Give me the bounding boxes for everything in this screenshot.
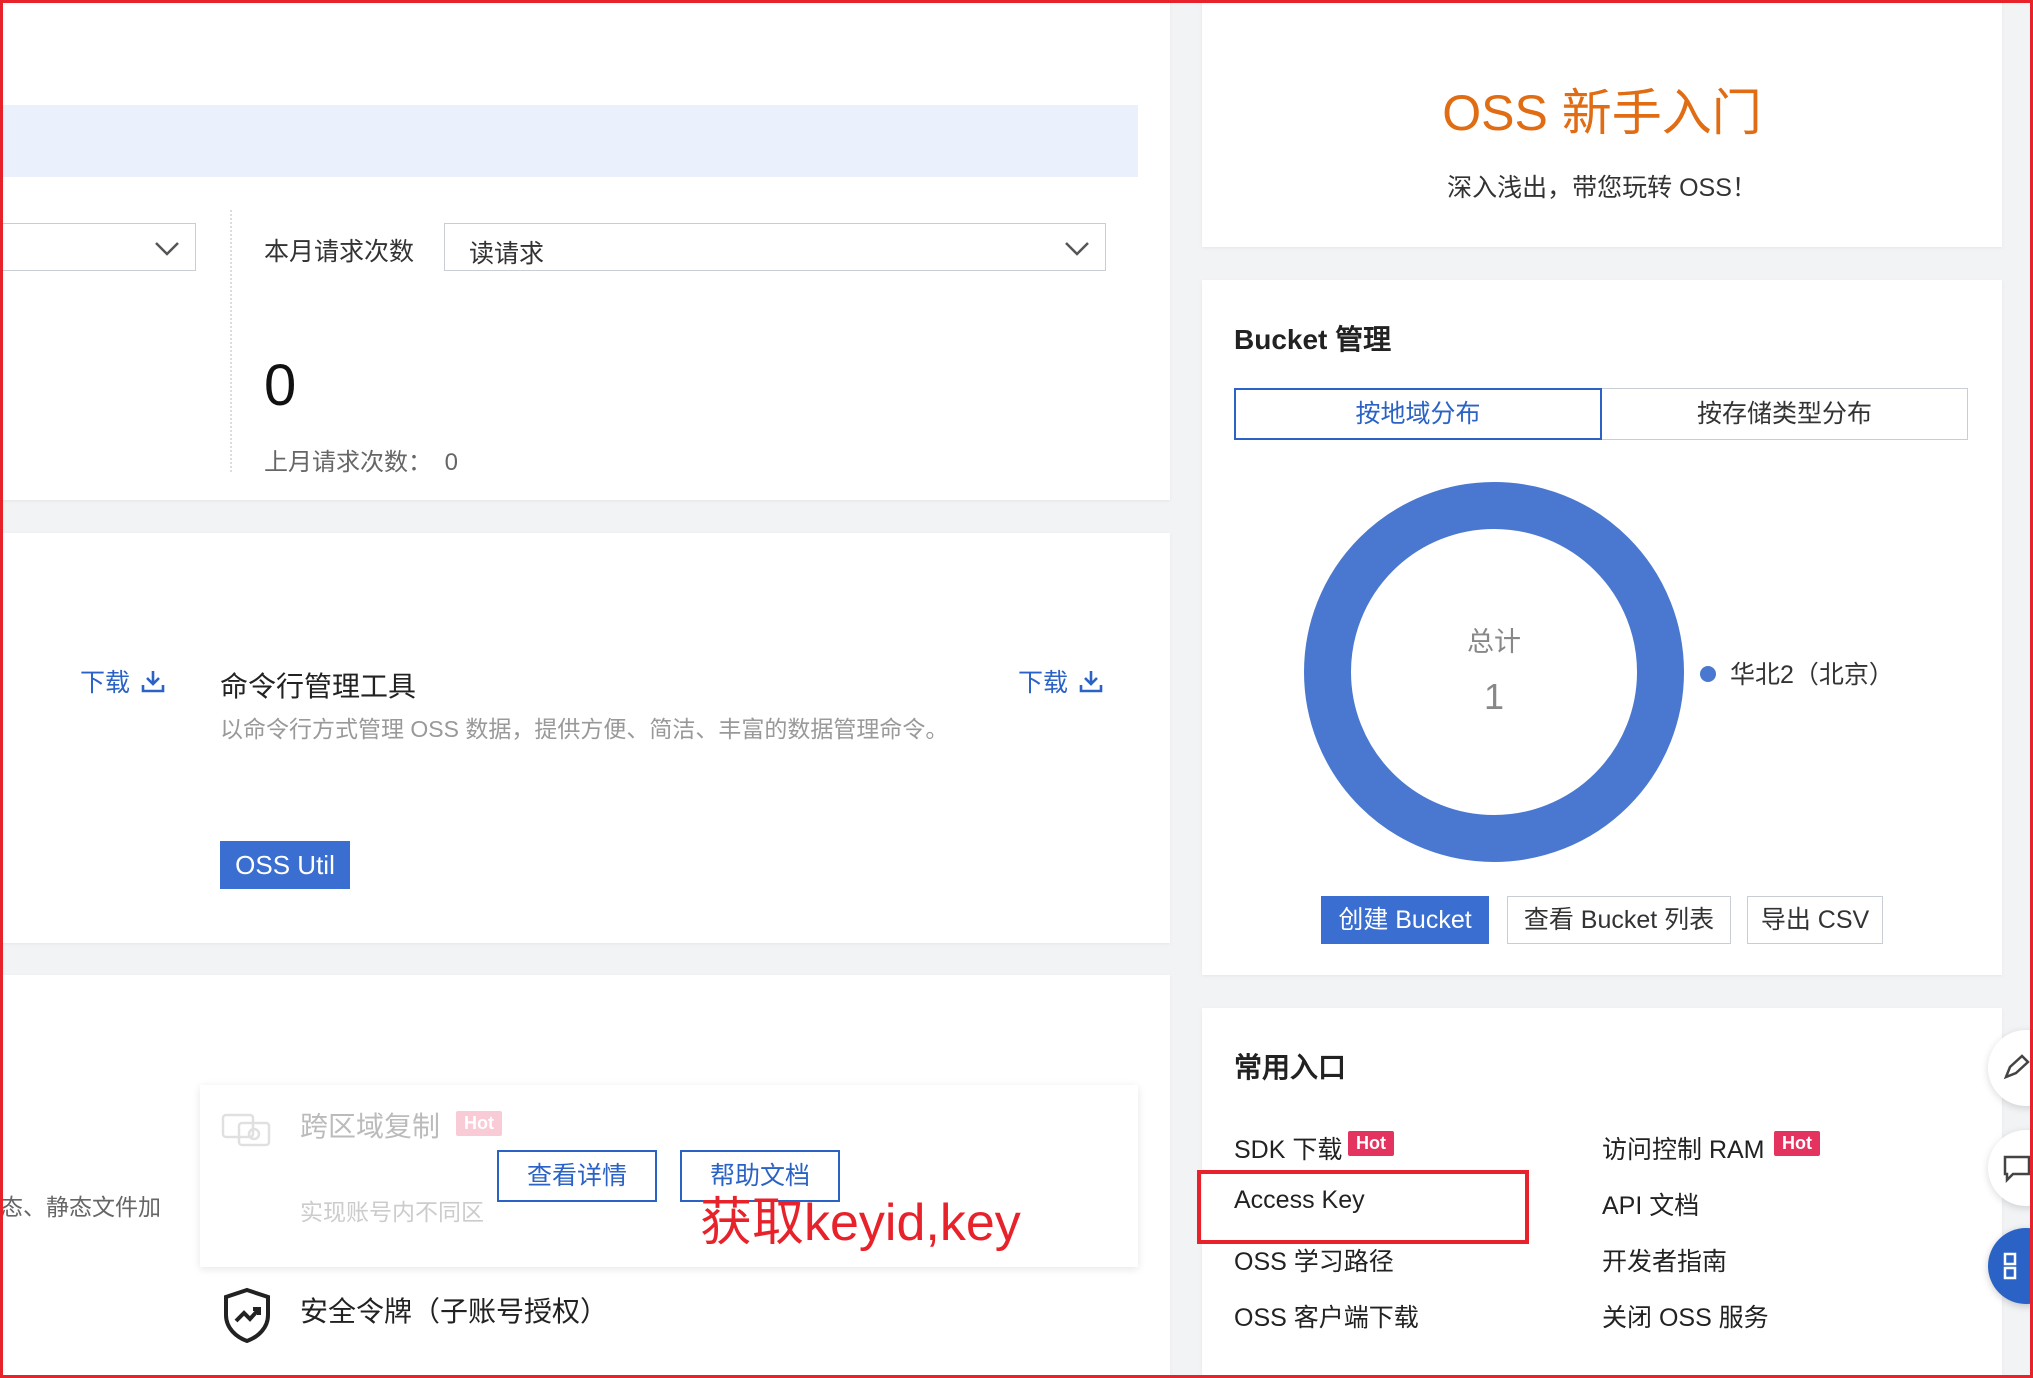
last-month-value: 0 <box>444 449 459 476</box>
intro-card: OSS 新手入门 深入浅出，带您玩转 OSS！ <box>1202 0 2002 247</box>
chart-total-value: 1 <box>1483 676 1505 717</box>
entry-client-download[interactable]: OSS 客户端下载 <box>1234 1298 1419 1334</box>
crr-title: 跨区域复制 <box>300 1111 441 1142</box>
download-icon <box>1080 671 1103 693</box>
bucket-card: Bucket 管理 按地域分布 按存储类型分布 总计 1 华北2（北京） 创建 … <box>1202 280 2002 975</box>
request-count-label: 本月请求次数 <box>264 238 415 266</box>
chart-total-label: 总计 <box>1467 627 1521 657</box>
tab-storage-type-label: 按存储类型分布 <box>1696 400 1872 428</box>
entries-title: 常用入口 <box>1234 1052 1347 1083</box>
request-count-value: 0 <box>264 353 297 418</box>
hot-badge: Hot <box>1348 1131 1394 1156</box>
donut-slice <box>1304 482 1684 862</box>
features-card: 态、静态文件加 跨区域复制 Hot 实现账号内不同区 查看详情 帮助文档 安全令… <box>0 975 1170 1378</box>
vertical-divider <box>230 210 232 472</box>
annotation-label: 获取keyid,key <box>700 1194 1021 1252</box>
download-link-left[interactable]: 下载 <box>80 663 166 699</box>
view-details-button[interactable]: 查看详情 <box>497 1150 657 1202</box>
intro-subtitle: 深入浅出，带您玩转 OSS！ <box>1447 174 1757 202</box>
bucket-title: Bucket 管理 <box>1234 324 1392 355</box>
grid-icon <box>2003 1252 2017 1280</box>
legend-label: 华北2（北京） <box>1730 661 1894 689</box>
intro-title: OSS 新手入门 <box>1442 85 1762 141</box>
region-select[interactable] <box>0 223 196 271</box>
crr-description: 实现账号内不同区 <box>300 1199 484 1225</box>
entry-close-oss[interactable]: 关闭 OSS 服务 <box>1602 1298 1769 1334</box>
bucket-donut-chart <box>1304 482 1684 862</box>
request-type-value: 读请求 <box>469 240 545 268</box>
tools-card: 下载 命令行管理工具 下载 以命令行方式管理 OSS 数据，提供方便、简洁、丰富… <box>0 533 1170 943</box>
chevron-down-icon <box>155 242 179 256</box>
entry-ram[interactable]: 访问控制 RAM <box>1602 1130 1765 1166</box>
export-csv-button[interactable]: 导出 CSV <box>1747 896 1883 944</box>
download-link-label: 下载 <box>80 669 131 697</box>
hot-badge: Hot <box>1774 1131 1820 1156</box>
legend-marker <box>1700 666 1716 682</box>
chart-legend-item: 华北2（北京） <box>1700 655 1894 691</box>
entry-api-docs[interactable]: API 文档 <box>1602 1186 1699 1222</box>
download-link-label: 下载 <box>1018 669 1069 697</box>
create-bucket-button[interactable]: 创建 Bucket <box>1321 896 1489 944</box>
download-link-right[interactable]: 下载 <box>1018 663 1104 699</box>
left-partial-text: 态、静态文件加 <box>0 1194 161 1220</box>
stats-card: 本月请求次数 读请求 0 上月请求次数： 0 <box>0 0 1170 500</box>
view-bucket-list-button[interactable]: 查看 Bucket 列表 <box>1507 896 1731 944</box>
security-token-icon <box>224 1287 270 1343</box>
cli-tool-title: 命令行管理工具 <box>220 671 417 702</box>
security-token-title: 安全令牌（子账号授权） <box>300 1296 609 1327</box>
chevron-down-icon <box>1065 242 1089 256</box>
annotation-highlight-box <box>1197 1170 1529 1244</box>
cli-tool-description: 以命令行方式管理 OSS 数据，提供方便、简洁、丰富的数据管理命令。 <box>220 716 949 742</box>
replication-icon <box>221 1113 271 1147</box>
info-banner <box>0 105 1138 177</box>
entry-learning-path[interactable]: OSS 学习路径 <box>1234 1242 1394 1278</box>
last-month-row: 上月请求次数： 0 <box>264 442 458 477</box>
tab-region-label: 按地域分布 <box>1355 400 1481 428</box>
download-icon <box>142 671 165 693</box>
edit-icon <box>2003 1054 2030 1080</box>
tab-region[interactable]: 按地域分布 <box>1234 388 1602 440</box>
last-month-label: 上月请求次数： <box>264 449 432 476</box>
request-type-select[interactable]: 读请求 <box>444 223 1106 271</box>
crr-hot-badge: Hot <box>456 1111 502 1136</box>
ossutil-button[interactable]: OSS Util <box>220 841 350 889</box>
tab-storage-type[interactable]: 按存储类型分布 <box>1602 388 1968 440</box>
entry-sdk-download[interactable]: SDK 下载 <box>1234 1130 1342 1166</box>
chat-icon <box>2003 1155 2031 1183</box>
entry-developer-guide[interactable]: 开发者指南 <box>1602 1242 1727 1278</box>
